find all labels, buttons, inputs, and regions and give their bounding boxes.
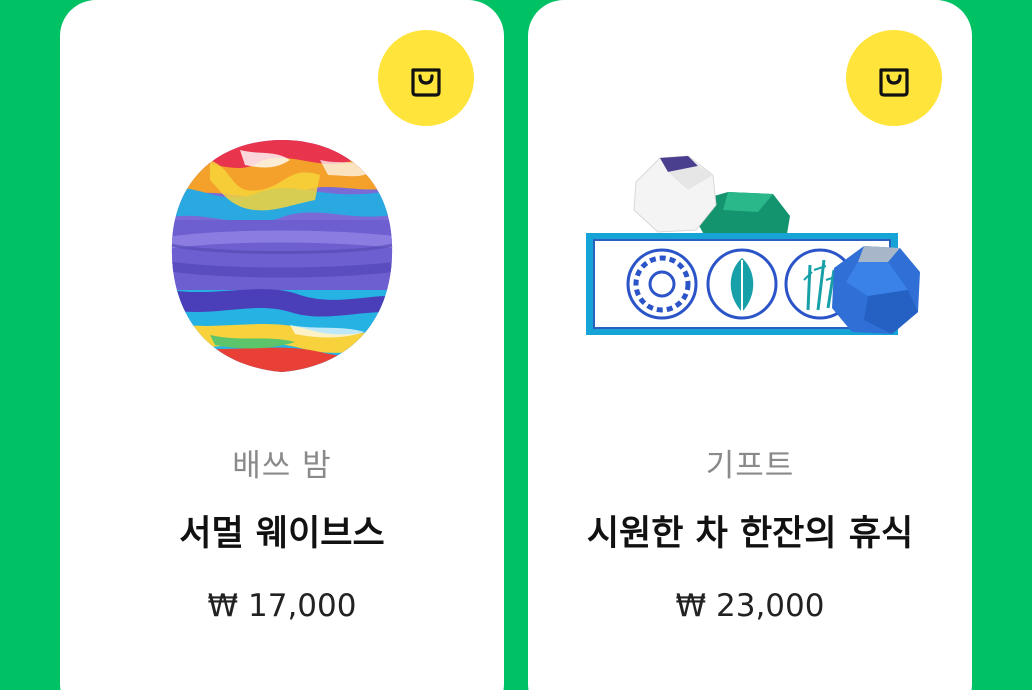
shopping-bag-icon: [879, 68, 909, 97]
product-card[interactable]: 배쓰 밤 서멀 웨이브스 ₩ 17,000: [60, 0, 504, 690]
product-image[interactable]: [60, 120, 504, 390]
product-grid: 배쓰 밤 서멀 웨이브스 ₩ 17,000 기프트 시원한 차 한잔의 휴식 ₩…: [0, 0, 1032, 690]
product-price: ₩ 17,000: [207, 588, 357, 624]
gift-set-image: [586, 155, 920, 335]
product-card[interactable]: 기프트 시원한 차 한잔의 휴식 ₩ 23,000: [528, 0, 972, 690]
product-category: 기프트: [705, 448, 795, 484]
add-to-cart-button[interactable]: [378, 30, 474, 126]
product-price: ₩ 23,000: [675, 588, 825, 624]
bath-bomb-image: [171, 140, 393, 372]
product-name[interactable]: 시원한 차 한잔의 휴식: [528, 505, 972, 556]
product-image[interactable]: [528, 120, 972, 390]
shopping-bag-icon: [411, 68, 441, 97]
add-to-cart-button[interactable]: [846, 30, 942, 126]
product-category: 배쓰 밤: [232, 448, 332, 484]
product-name[interactable]: 서멀 웨이브스: [60, 505, 504, 556]
